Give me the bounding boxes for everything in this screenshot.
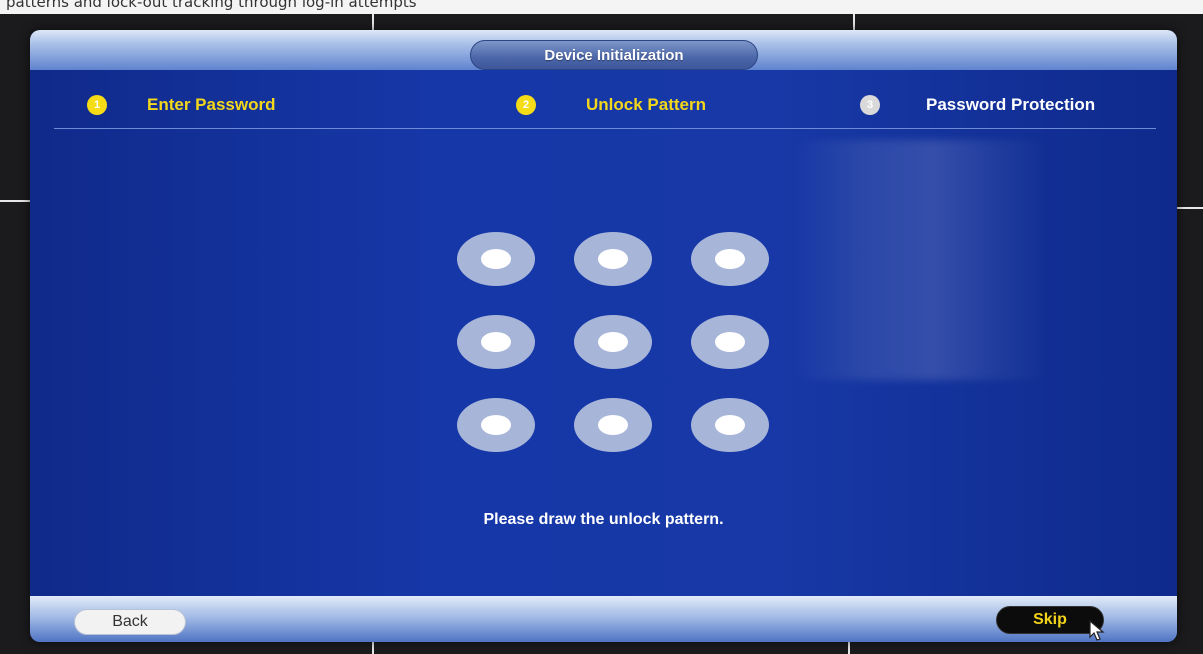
pattern-node-dot [481,249,511,269]
pattern-node-dot [481,332,511,352]
pattern-instruction: Please draw the unlock pattern. [483,511,724,528]
step-unlock-pattern: 2 Unlock Pattern [516,93,706,117]
pattern-node-dot [598,249,628,269]
pattern-node-1[interactable] [457,232,535,286]
window-title-bar: Device Initialization [30,30,1177,70]
pattern-node-6[interactable] [691,315,769,369]
wall-tile-line [1177,207,1203,209]
pattern-node-dot [715,415,745,435]
pattern-node-4[interactable] [457,315,535,369]
step-password-protection: 3 Password Protection [860,93,1095,117]
setup-steps: 1 Enter Password 2 Unlock Pattern 3 Pass… [30,70,1177,130]
pattern-node-7[interactable] [457,398,535,452]
pattern-node-dot [598,332,628,352]
screen-reflection [790,140,1050,380]
mouse-pointer-icon [1089,620,1105,641]
pattern-node-3[interactable] [691,232,769,286]
wall-tile-line [372,642,374,654]
pattern-node-dot [715,249,745,269]
pattern-node-dot [481,415,511,435]
steps-divider [54,128,1156,129]
step-label: Enter Password [147,95,276,114]
step-label: Password Protection [926,95,1096,114]
caption-text: patterns and lock-out tracking through l… [6,0,417,11]
pattern-node-dot [598,415,628,435]
pattern-node-dot [715,332,745,352]
pattern-node-9[interactable] [691,398,769,452]
pattern-node-8[interactable] [574,398,652,452]
back-button[interactable]: Back [74,609,186,635]
page-caption: patterns and lock-out tracking through l… [0,0,1203,14]
step-3-number-icon: 3 [860,95,880,115]
step-label: Unlock Pattern [586,95,706,114]
unlock-pattern-grid[interactable] [457,232,769,454]
window-footer: Back Skip [30,596,1177,642]
window-title: Device Initialization [470,40,758,70]
wall-tile-line [0,200,30,202]
step-1-number-icon: 1 [87,95,107,115]
pattern-node-5[interactable] [574,315,652,369]
wall-tile-line [848,642,850,654]
device-initialization-window: Device Initialization 1 Enter Password 2… [30,30,1177,642]
step-enter-password: 1 Enter Password [87,93,276,117]
step-2-number-icon: 2 [516,95,536,115]
pattern-node-2[interactable] [574,232,652,286]
